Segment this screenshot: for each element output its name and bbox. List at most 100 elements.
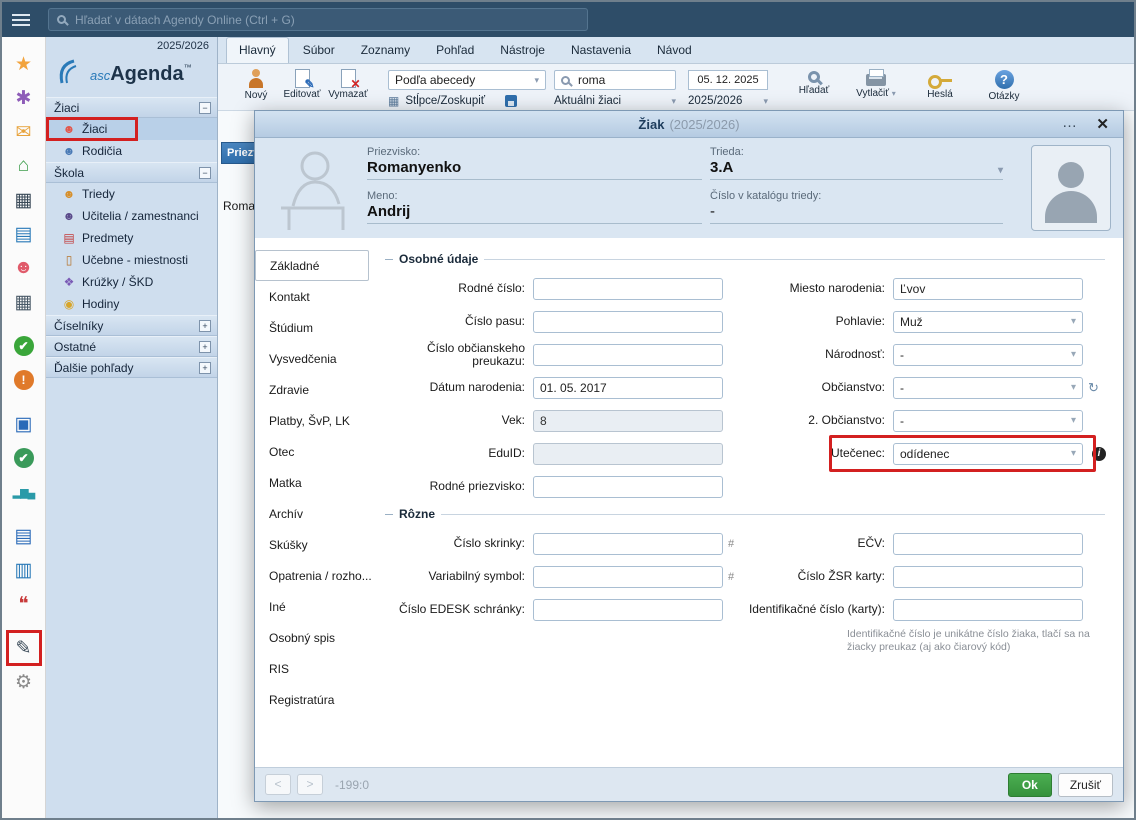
menu-subor[interactable]: Súbor	[291, 38, 347, 63]
menu-nastavenia[interactable]: Nastavenia	[559, 38, 643, 63]
filter-dropdown[interactable]: Aktuálni žiaci ▾	[554, 95, 676, 107]
sidebar-item-rodicia[interactable]: ☻Rodičia	[46, 140, 217, 162]
list-search-input[interactable]	[576, 72, 656, 88]
dialog-tab-opatrenia-rozho[interactable]: Opatrenia / rozho...	[255, 560, 377, 591]
help-button[interactable]: ? Otázky	[978, 67, 1030, 102]
more-options-icon[interactable]: …	[1062, 114, 1077, 131]
dialog-tab-studium[interactable]: Štúdium	[255, 312, 377, 343]
dialog-tab-registratura[interactable]: Registratúra	[255, 684, 377, 715]
menu-hlavny[interactable]: Hlavný	[226, 37, 289, 63]
passwords-button[interactable]: Heslá	[914, 67, 966, 100]
menu-navod[interactable]: Návod	[645, 38, 704, 63]
dialog-tab-zdravie[interactable]: Zdravie	[255, 374, 377, 405]
dialog-tab-matka[interactable]: Matka	[255, 467, 377, 498]
info-icon[interactable]: i	[1092, 447, 1106, 461]
global-search-input[interactable]	[73, 12, 579, 28]
dialog-tab-otec[interactable]: Otec	[255, 436, 377, 467]
dialog-tab-platby-svp-lk[interactable]: Platby, ŠvP, LK	[255, 405, 377, 436]
list-search[interactable]	[554, 70, 676, 90]
gear-icon[interactable]: ⚙	[9, 667, 39, 697]
chat-icon[interactable]: ❝	[9, 589, 39, 619]
field-cislo-obcianskeho-preukazu[interactable]	[533, 344, 723, 366]
menu-zoznamy[interactable]: Zoznamy	[349, 38, 422, 63]
field-ecv[interactable]	[893, 533, 1083, 555]
field-cislo-pasu[interactable]	[533, 311, 723, 333]
field-miesto-narodenia[interactable]	[893, 278, 1083, 300]
catalog-number-field[interactable]: Číslo v katalógu triedy: -	[710, 190, 1003, 224]
documents-icon[interactable]: ▥	[9, 555, 39, 585]
expander-icon[interactable]: +	[199, 320, 211, 332]
sidebar-item-predmety[interactable]: ▤Predmety	[46, 227, 217, 249]
field-obcianstvo[interactable]: -▾	[893, 377, 1083, 399]
field-cislo-skrinky[interactable]	[533, 533, 723, 555]
calendar-icon[interactable]: ▦	[9, 287, 39, 317]
field-cislo-edesk-schranky[interactable]	[533, 599, 723, 621]
sidebar-item-ucitelia-zamestnanci[interactable]: ☻Učitelia / zamestnanci	[46, 205, 217, 227]
delete-button[interactable]: ✕ Vymazať	[326, 67, 370, 100]
expander-icon[interactable]: +	[199, 341, 211, 353]
star-icon[interactable]: ★	[9, 49, 39, 79]
save-layout-icon[interactable]	[505, 95, 517, 107]
surname-field[interactable]: Priezvisko: Romanyenko	[367, 146, 702, 180]
columns-group-button[interactable]: ▦ Stĺpce/Zoskupiť	[388, 94, 517, 108]
dialog-tab-skusky[interactable]: Skúšky	[255, 529, 377, 560]
dialog-tab-osobny-spis[interactable]: Osobný spis	[255, 622, 377, 653]
mail-icon[interactable]: ✉	[9, 117, 39, 147]
field-variabilny-symbol[interactable]	[533, 566, 723, 588]
sidebar-item-hodiny[interactable]: ◉Hodiny	[46, 293, 217, 315]
year-dropdown[interactable]: 2025/2026 ▾	[688, 95, 768, 107]
tablet-icon[interactable]: ▤	[9, 219, 39, 249]
student-photo-placeholder[interactable]	[1031, 145, 1111, 231]
sidebar-section-ciselniky[interactable]: Číselníky+	[46, 315, 217, 336]
field-identifikacne-cislo-karty[interactable]	[893, 599, 1083, 621]
sidebar-section-dalsie-pohlady[interactable]: Ďalšie pohľady+	[46, 357, 217, 378]
dialog-tab-archiv[interactable]: Archív	[255, 498, 377, 529]
class-field[interactable]: Trieda: 3.A ▾	[710, 146, 1003, 180]
status-circle-icon[interactable]: !	[9, 365, 39, 395]
sidebar-item-kruzky-skd[interactable]: ❖Krúžky / ŠKD	[46, 271, 217, 293]
refresh-icon[interactable]: ↻	[1083, 380, 1099, 396]
dialog-tab-zakladne[interactable]: Základné	[255, 250, 369, 281]
field-utecenec[interactable]: odídenec▾	[893, 443, 1083, 465]
book-icon[interactable]: ▤	[9, 521, 39, 551]
expander-icon[interactable]: +	[199, 362, 211, 374]
sidebar-section-ziaci[interactable]: Žiaci−	[46, 97, 217, 118]
field-rodne-priezvisko[interactable]	[533, 476, 723, 498]
prev-record-button[interactable]: <	[265, 774, 291, 795]
timetable-icon[interactable]: ▦	[9, 185, 39, 215]
sidebar-item-ucebne-miestnosti[interactable]: ▯Učebne - miestnosti	[46, 249, 217, 271]
chart-icon[interactable]: ▂▆▄	[9, 477, 39, 507]
menu-nastroje[interactable]: Nástroje	[488, 38, 557, 63]
expander-icon[interactable]: −	[199, 167, 211, 179]
dialog-tab-kontakt[interactable]: Kontakt	[255, 281, 377, 312]
field-narodnost[interactable]: -▾	[893, 344, 1083, 366]
firstname-field[interactable]: Meno: Andrij	[367, 190, 702, 224]
catalog-number-value[interactable]: -	[710, 202, 1003, 224]
expander-icon[interactable]: −	[199, 102, 211, 114]
global-search[interactable]	[48, 8, 588, 31]
field-pohlavie[interactable]: Muž▾	[893, 311, 1083, 333]
firstname-value[interactable]: Andrij	[367, 202, 702, 224]
check-circle-icon[interactable]: ✔	[9, 331, 39, 361]
next-record-button[interactable]: >	[297, 774, 323, 795]
print-button[interactable]: Vytlačiť ▾	[850, 67, 902, 99]
hamburger-menu-icon[interactable]	[2, 14, 40, 26]
ok-button[interactable]: Ok	[1008, 773, 1052, 797]
surname-value[interactable]: Romanyenko	[367, 158, 702, 180]
dialog-tab-ris[interactable]: RIS	[255, 653, 377, 684]
find-button[interactable]: Hľadať	[788, 67, 840, 96]
close-icon[interactable]: ✕	[1096, 115, 1109, 133]
field-2-obcianstvo[interactable]: -▾	[893, 410, 1083, 432]
field-cislo-zsr-karty[interactable]	[893, 566, 1083, 588]
briefcase-icon[interactable]: ▣	[9, 409, 39, 439]
sidebar-item-ziaci[interactable]: ☻Žiaci	[46, 118, 217, 140]
home-icon[interactable]: ⌂	[9, 151, 39, 181]
wand-icon[interactable]: ✱	[9, 83, 39, 113]
sidebar-section-ostatne[interactable]: Ostatné+	[46, 336, 217, 357]
menu-pohlad[interactable]: Pohľad	[424, 38, 486, 63]
field-rodne-cislo[interactable]	[533, 278, 723, 300]
class-select[interactable]: 3.A ▾	[710, 158, 1003, 180]
dialog-tab-ine[interactable]: Iné	[255, 591, 377, 622]
edit-button[interactable]: ✎ Editovať	[280, 67, 324, 100]
sidebar-item-triedy[interactable]: ☻Triedy	[46, 183, 217, 205]
